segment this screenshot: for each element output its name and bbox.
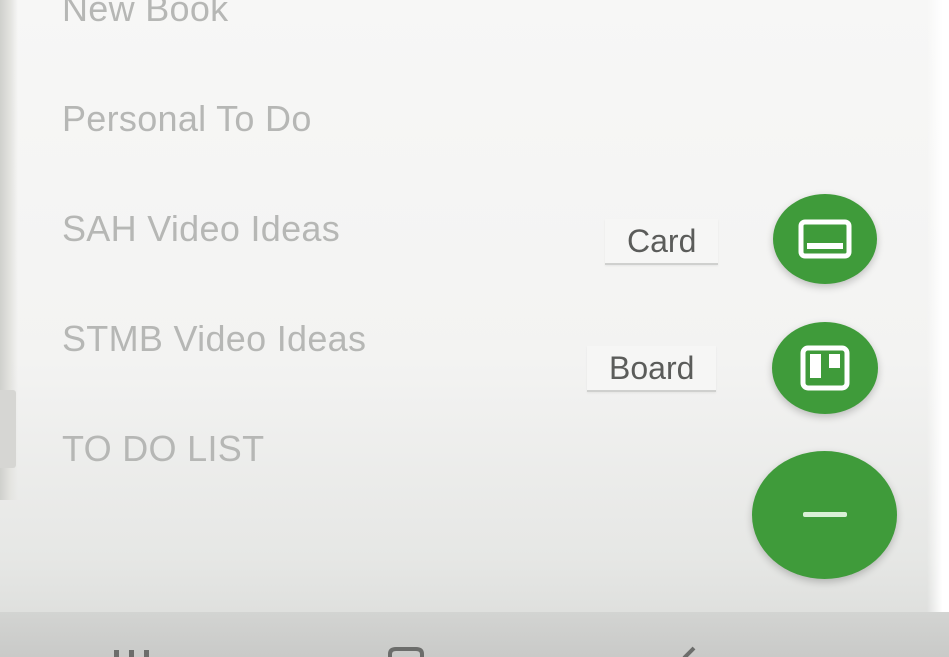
board-icon: [800, 345, 850, 391]
app-screen: New Book Personal To Do SAH Video Ideas …: [0, 0, 949, 657]
fab-close-button[interactable]: [752, 451, 897, 579]
board-item-to-do-list[interactable]: TO DO LIST: [62, 428, 264, 470]
right-edge: [927, 0, 949, 657]
card-icon: [798, 219, 852, 259]
board-item-stmb-video-ideas[interactable]: STMB Video Ideas: [62, 318, 366, 360]
recent-apps-icon[interactable]: [112, 646, 152, 657]
navigation-bar: [0, 612, 949, 657]
back-icon[interactable]: [676, 646, 700, 657]
card-option-label[interactable]: Card: [605, 219, 719, 265]
board-item-personal-to-do[interactable]: Personal To Do: [62, 98, 312, 140]
card-option-button[interactable]: [773, 194, 877, 284]
board-option-button[interactable]: [772, 322, 878, 414]
home-icon[interactable]: [386, 646, 426, 657]
board-item-new-book[interactable]: New Book: [62, 0, 228, 30]
board-option-label[interactable]: Board: [587, 346, 717, 392]
minus-icon: [802, 511, 847, 519]
board-list: New Book Personal To Do SAH Video Ideas …: [0, 0, 600, 500]
board-item-sah-video-ideas[interactable]: SAH Video Ideas: [62, 208, 340, 250]
